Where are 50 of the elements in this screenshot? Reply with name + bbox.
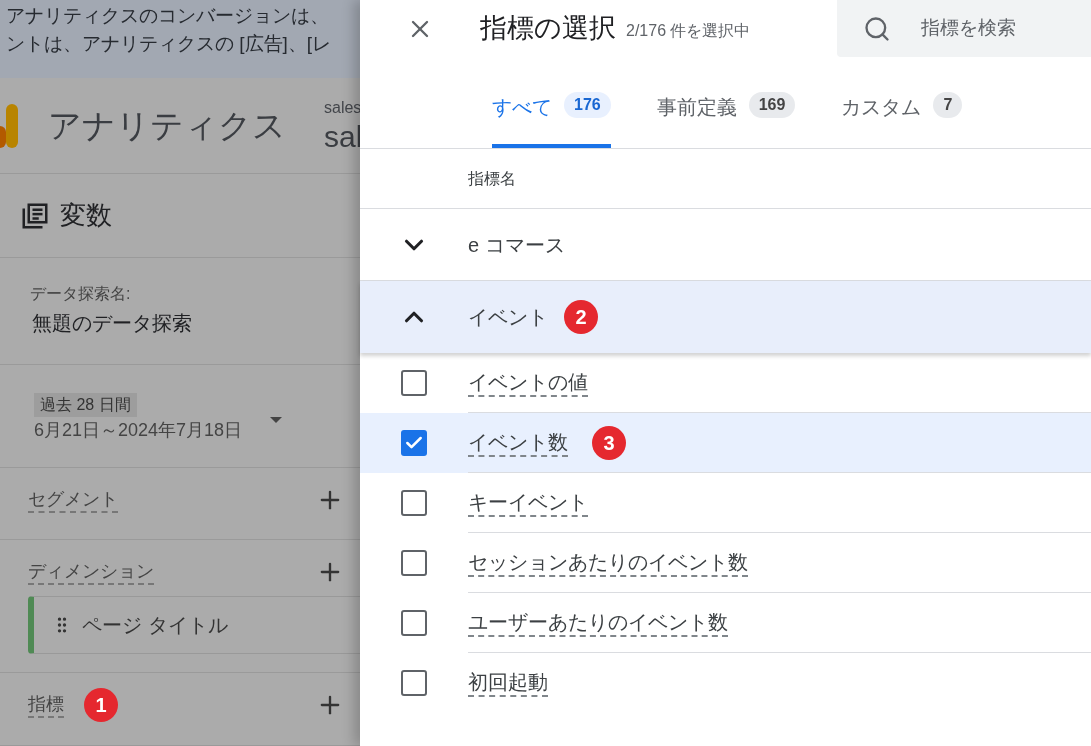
notice-text: ントは、アナリティクスの [広告]、[レ [6,32,333,56]
section-label: 指標 [28,692,64,719]
metric-label: イベントの値 [468,368,588,397]
metric-row[interactable]: イベント数 3 [360,413,1091,473]
count-badge: 169 [748,92,796,118]
checkbox[interactable] [401,490,427,516]
date-preset: 過去 28 日間 [34,393,137,418]
checkbox[interactable] [401,370,427,396]
account-label: sales [324,99,360,116]
count-badge: 7 [933,92,963,118]
filter-tab[interactable]: カスタム 7 [841,92,963,148]
category-row[interactable]: イベント 2 [360,281,1091,353]
count-badge: 176 [564,92,611,118]
dialog-title: 指標の選択 [480,12,616,46]
date-range: 6月21日～2024年7月18日 [34,419,243,443]
metric-label: キーイベント [468,488,588,517]
metric-row[interactable]: 初回起動 [360,653,1091,713]
number-badge: 1 [84,688,118,723]
number-badge: 3 [592,425,626,460]
search-bar[interactable]: 指標を検索 [837,0,1091,57]
metric-row[interactable]: キーイベント [360,473,1091,533]
product-name: アナリティクス [48,105,286,146]
section-label: ディメンション [28,559,154,586]
notice-text: アナリティクスのコンバージョンは、 [6,4,330,28]
metric-label: 初回起動 [468,669,548,697]
bar-chart-logo-icon [0,103,18,148]
exploration-name: 無題のデータ探索 [32,311,193,337]
checkbox[interactable] [401,430,427,456]
selection-count: 2/176 件を選択中 [626,20,751,41]
checkbox[interactable] [401,610,427,636]
metric-label: ユーザーあたりのイベント数 [468,608,728,637]
dropdown-icon[interactable] [270,417,283,424]
checkbox[interactable] [401,670,427,696]
column-header: 指標名 [468,168,516,189]
filter-tab[interactable]: すべて 176 [492,92,611,148]
account-name: sal [324,121,360,152]
metric-label: イベント数 [468,428,568,457]
metric-label: セッションあたりのイベント数 [468,548,748,577]
search-field[interactable]: 指標を検索 [921,14,1081,43]
metric-row[interactable]: セッションあたりのイベント数 [360,533,1091,593]
metric-row[interactable]: ユーザーあたりのイベント数 [360,593,1091,653]
search-icon [863,14,891,43]
section-label: セグメント [28,486,118,513]
category-label: イベント [468,305,548,330]
field-label: データ探索名: [30,284,132,305]
category-label: e コマース [468,232,565,258]
number-badge: 2 [564,300,598,334]
panel-title: 変数 [60,199,112,233]
filter-tab[interactable]: 事前定義 169 [656,92,796,148]
checkbox[interactable] [401,550,427,576]
